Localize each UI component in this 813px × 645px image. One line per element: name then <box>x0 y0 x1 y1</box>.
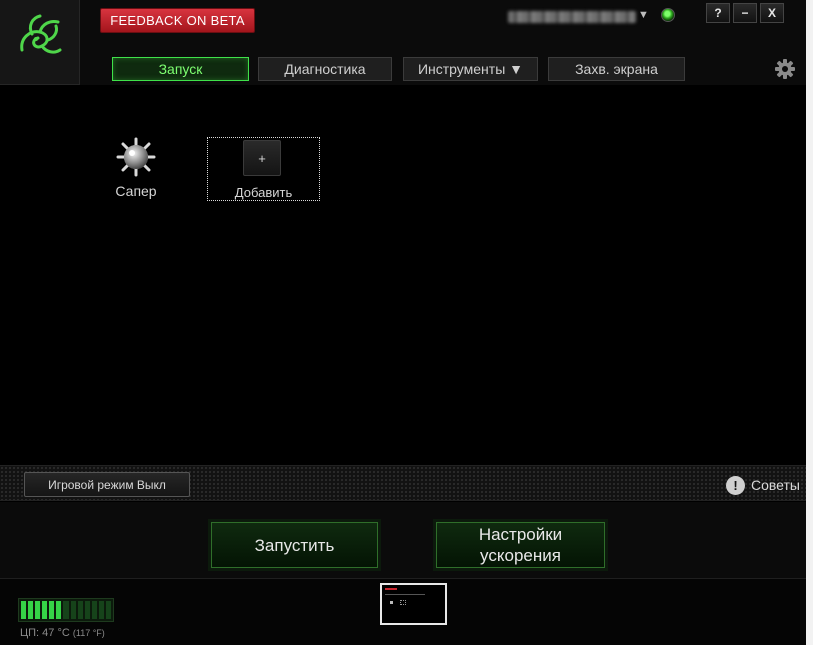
tab-tools[interactable]: Инструменты ▼ <box>403 57 538 81</box>
tips-link[interactable]: ! Советы <box>726 475 800 495</box>
tab-diagnostics[interactable]: Диагностика <box>258 57 392 81</box>
razer-snake-icon <box>20 14 62 54</box>
thumbnail-tab-line <box>385 594 425 595</box>
razer-game-booster-window: FEEDBACK ON BETA ▼ ? − X Запуск Диагност… <box>0 0 813 645</box>
boost-settings-button[interactable]: Настройки ускорения <box>436 522 605 568</box>
cpu-temperature-celsius: ЦП: 47 °C <box>20 627 70 639</box>
screenshot-thumbnail[interactable] <box>380 583 447 625</box>
tab-launch[interactable]: Запуск <box>112 57 249 81</box>
online-status-icon <box>661 8 675 22</box>
cpu-meter-segment <box>42 601 48 619</box>
cpu-meter-segment <box>56 601 62 619</box>
tips-label: Советы <box>751 477 800 493</box>
title-bar: FEEDBACK ON BETA ▼ ? − X Запуск Диагност… <box>0 0 813 85</box>
cpu-temperature-fahrenheit: (117 °F) <box>72 628 105 638</box>
cpu-meter-segment <box>35 601 41 619</box>
help-button[interactable]: ? <box>706 3 730 23</box>
thumbnail-feedback-mark <box>385 588 397 590</box>
cpu-meter-segment <box>49 601 55 619</box>
cpu-temperature-readout: ЦП: 47 °C (117 °F) <box>20 627 105 639</box>
minimize-button[interactable]: − <box>733 3 757 23</box>
thumbnail-add-mark <box>400 600 406 605</box>
account-dropdown-icon[interactable]: ▼ <box>638 9 649 21</box>
game-tile-minesweeper[interactable] <box>105 136 167 183</box>
window-edge <box>806 0 813 645</box>
razer-logo <box>0 0 80 85</box>
cpu-meter-segment <box>77 601 83 619</box>
feedback-on-beta-button[interactable]: FEEDBACK ON BETA <box>100 8 255 33</box>
launch-area <box>0 502 813 578</box>
add-game-plus-icon[interactable]: + <box>243 140 281 176</box>
cpu-meter-segment <box>98 601 104 619</box>
cpu-meter-segment <box>84 601 90 619</box>
close-button[interactable]: X <box>760 3 784 23</box>
account-name[interactable] <box>508 9 638 25</box>
tab-screen-capture[interactable]: Захв. экрана <box>548 57 685 81</box>
cpu-temperature-meter <box>18 598 114 622</box>
cpu-meter-segment <box>28 601 34 619</box>
account-name-blurred <box>508 11 636 23</box>
minesweeper-icon <box>116 137 156 177</box>
cpu-meter-segment <box>91 601 97 619</box>
cpu-meter-segment <box>105 601 112 619</box>
gear-icon[interactable] <box>773 57 797 81</box>
game-mode-toggle-button[interactable]: Игровой режим Выкл <box>24 472 190 497</box>
thumbnail-game-mark <box>390 601 393 604</box>
add-game-label: Добавить <box>234 185 293 200</box>
cpu-meter-segment <box>70 601 76 619</box>
info-icon: ! <box>726 475 745 495</box>
cpu-meter-segment <box>63 601 69 619</box>
launch-button[interactable]: Запустить <box>211 522 378 568</box>
cpu-meter-segment <box>21 601 27 619</box>
game-label-minesweeper: Сапер <box>115 183 157 199</box>
